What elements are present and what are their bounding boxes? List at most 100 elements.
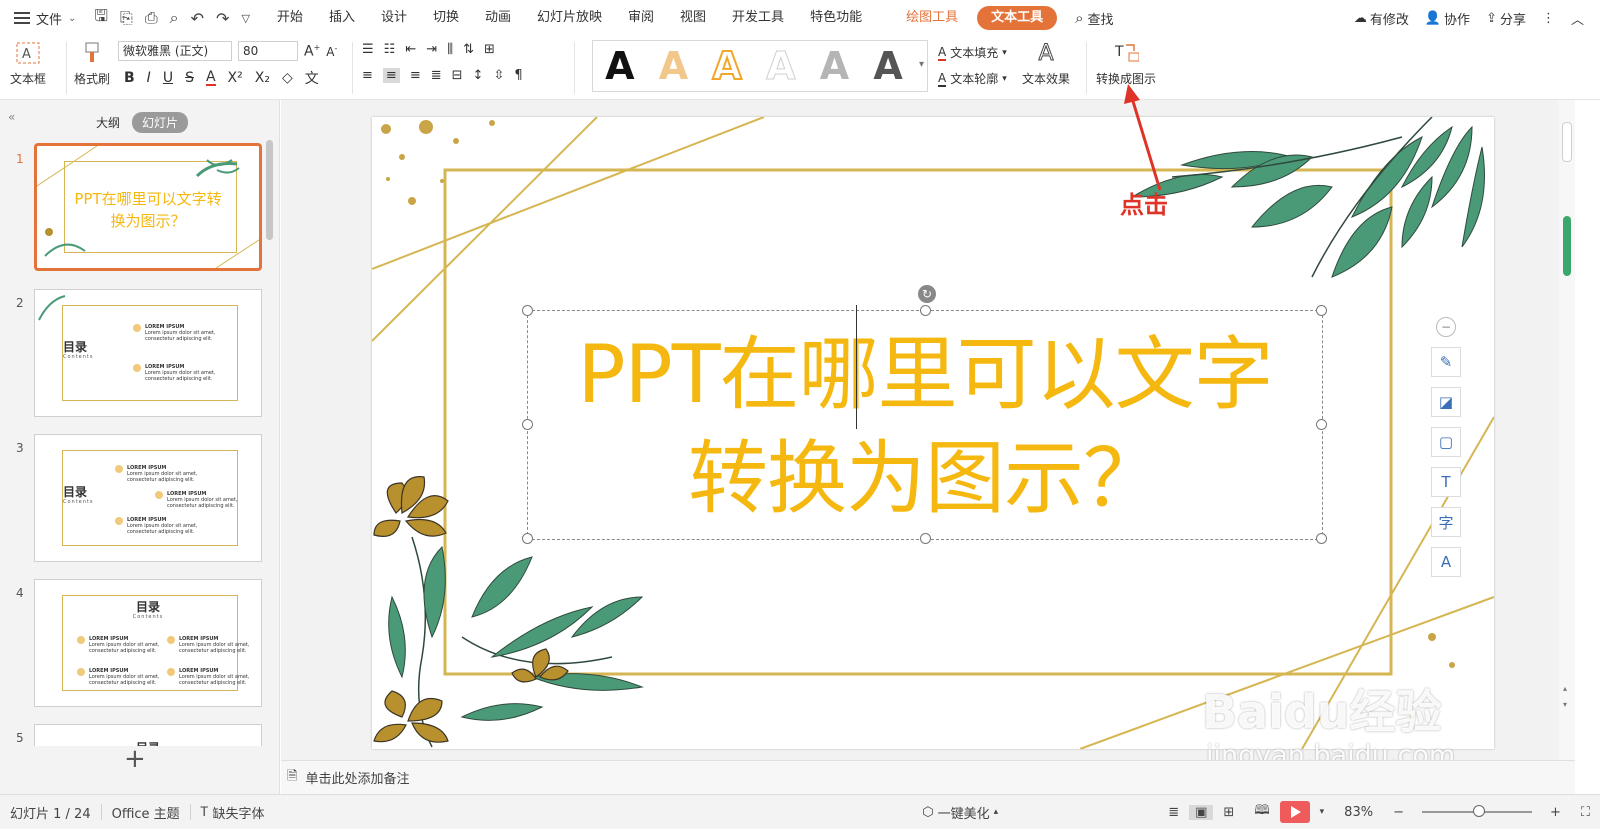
text-effect-button[interactable]: A 文本效果 [1022, 40, 1070, 87]
tab-drawing-tools[interactable]: 绘图工具 [893, 0, 971, 36]
font-name-select[interactable]: 微软雅黑 (正文) [118, 41, 232, 61]
align-text-icon[interactable]: ⊞ [484, 42, 495, 57]
zoom-slider[interactable] [1421, 805, 1532, 817]
redo-icon[interactable]: ↷ [216, 9, 229, 28]
scroll-down-icon[interactable]: ▾ [1563, 700, 1567, 709]
text-style-black[interactable]: A [605, 47, 634, 85]
tab-review[interactable]: 审阅 [615, 0, 667, 36]
font-size-select[interactable]: 80 [238, 41, 298, 61]
slide-thumbnail-1[interactable]: PPT在哪里可以文字转换为图示？ [34, 143, 262, 271]
tab-transition[interactable]: 切换 [420, 0, 472, 36]
resize-handle[interactable] [1316, 419, 1327, 430]
phonetic-icon[interactable]: 文 [305, 68, 319, 88]
collapse-panel-icon[interactable]: « [8, 110, 15, 124]
fit-window-icon[interactable]: ⛶ [1571, 805, 1600, 820]
theme-name[interactable]: Office 主题 [102, 803, 190, 822]
bold-icon[interactable]: B [124, 70, 135, 86]
slide-thumbnail-4[interactable]: 目录 Contents LOREM IPSUM Lorem ipsum dolor… [34, 579, 262, 707]
tab-slides[interactable]: 幻灯片 [132, 112, 189, 133]
text-layout-icon[interactable]: A [1431, 547, 1461, 577]
slide-title[interactable]: PPT在哪里可以文字 转换为图示？ [528, 323, 1322, 531]
panel-scrollbar[interactable] [266, 140, 273, 240]
text-fill-button[interactable]: A 文本填充 ▾ [938, 44, 1007, 61]
text-outline-button[interactable]: A 文本轮廓 ▾ [938, 70, 1007, 87]
font-style-icon[interactable]: 字 [1431, 507, 1461, 537]
more-menu-icon[interactable]: ⋮ [1542, 11, 1555, 26]
bullet-list-icon[interactable]: ☰ [362, 42, 374, 57]
zoom-level[interactable]: 83% [1334, 805, 1383, 820]
tab-animation[interactable]: 动画 [472, 0, 524, 36]
justify-icon[interactable]: ≣ [431, 68, 442, 83]
tab-outline[interactable]: 大纲 [96, 114, 120, 131]
beautify-button[interactable]: ⬡ 一键美化 ▴ [912, 803, 1008, 822]
resize-handle[interactable] [522, 305, 533, 316]
slide-thumbnail-3[interactable]: 目录 Contents LOREM IPSUM Lorem ipsum dolor… [34, 434, 262, 562]
notes-bar[interactable]: 🗎 单击此处添加备注 [281, 760, 1575, 794]
tab-home[interactable]: 开始 [264, 0, 316, 36]
print-preview-icon[interactable]: ⌕ [170, 8, 179, 28]
share-button[interactable]: ⇪ 分享 [1486, 9, 1526, 28]
normal-view-icon[interactable]: ▣ [1189, 804, 1214, 820]
tab-text-tools[interactable]: 文本工具 [977, 6, 1058, 30]
title-textbox[interactable]: PPT在哪里可以文字 转换为图示？ [522, 305, 1327, 544]
slide-thumbnail-2[interactable]: 目录 Contents LOREM IPSUM Lorem ipsum dolor… [34, 289, 262, 417]
notes-toggle-icon[interactable]: ≣ [1158, 805, 1189, 820]
collab-button[interactable]: 👤 协作 [1425, 9, 1470, 28]
tab-view[interactable]: 视图 [667, 0, 719, 36]
paragraph-icon[interactable]: ¶ [514, 68, 522, 83]
tab-design[interactable]: 设计 [368, 0, 420, 36]
text-style-white-outline[interactable]: A [766, 47, 796, 86]
export-icon[interactable]: ⎘ [120, 8, 133, 28]
undo-icon[interactable]: ↶ [191, 9, 204, 28]
play-icon[interactable] [1279, 801, 1310, 823]
columns-icon[interactable]: ⫼ [447, 42, 453, 57]
save-icon[interactable]: 🖫 [94, 5, 108, 32]
tab-insert[interactable]: 插入 [316, 0, 368, 36]
tab-developer[interactable]: 开发工具 [719, 0, 797, 36]
text-style-dark-gray[interactable]: A [873, 47, 902, 85]
shrink-font-icon[interactable]: A- [326, 44, 337, 59]
pen-icon[interactable]: ✎ [1431, 347, 1461, 377]
sorter-view-icon[interactable]: ⊞ [1213, 805, 1244, 820]
distribute-icon[interactable]: ⊟ [452, 68, 463, 83]
text-direction-icon[interactable]: ⇅ [463, 42, 474, 57]
numbered-list-icon[interactable]: ☷ [384, 42, 396, 57]
collapse-ribbon-icon[interactable]: ︿ [1571, 9, 1584, 28]
gallery-more-icon[interactable]: ▾ [919, 59, 924, 70]
resize-handle[interactable] [1316, 533, 1327, 544]
text-style-gray[interactable]: A [820, 47, 849, 85]
superscript-icon[interactable]: X² [228, 70, 243, 86]
border-icon[interactable]: ▢ [1431, 427, 1461, 457]
resize-handle[interactable] [522, 533, 533, 544]
text-style-gold-outline[interactable]: A [711, 46, 742, 86]
resize-handle[interactable] [920, 305, 931, 316]
resize-handle[interactable] [920, 533, 931, 544]
scroll-up-icon[interactable]: ▴ [1563, 684, 1567, 693]
resize-handle[interactable] [522, 419, 533, 430]
decrease-indent-icon[interactable]: ⇤ [405, 42, 416, 57]
fill-icon[interactable]: ◪ [1431, 387, 1461, 417]
tab-slideshow[interactable]: 幻灯片放映 [524, 0, 615, 36]
collapse-toolbar-icon[interactable]: − [1436, 317, 1456, 337]
zoom-slider-knob[interactable] [1472, 805, 1485, 817]
file-menu[interactable]: 文件 ⌄ [0, 0, 86, 36]
underline-icon[interactable]: U [163, 70, 173, 86]
text-style-gold-gradient[interactable]: A [659, 47, 688, 85]
more-icon[interactable]: ▽ [241, 12, 249, 25]
textbox-button[interactable]: A 文本框 [10, 40, 46, 87]
align-left-icon[interactable]: ≡ [362, 68, 373, 83]
changes-button[interactable]: ☁ 有修改 [1354, 9, 1409, 28]
grow-font-icon[interactable]: A+ [304, 43, 320, 60]
convert-to-smartart-button[interactable]: T 转换成图示 [1096, 40, 1156, 87]
strike-icon[interactable]: S [185, 70, 194, 86]
vertical-scrollbar[interactable]: ▴ ▾ [1559, 100, 1575, 760]
format-painter-button[interactable]: 格式刷 [74, 40, 110, 87]
increase-indent-icon[interactable]: ⇥ [426, 42, 437, 57]
zoom-out-icon[interactable]: − [1383, 805, 1414, 820]
play-options-icon[interactable]: ▾ [1310, 807, 1335, 817]
search-button[interactable]: ⌕ 查找 [1063, 9, 1125, 28]
paragraph-spacing-icon[interactable]: ⇳ [493, 68, 504, 83]
convert-smartart-side-icon[interactable]: T [1431, 467, 1461, 497]
zoom-in-icon[interactable]: + [1540, 805, 1571, 820]
align-center-icon[interactable]: ≡ [382, 68, 400, 83]
